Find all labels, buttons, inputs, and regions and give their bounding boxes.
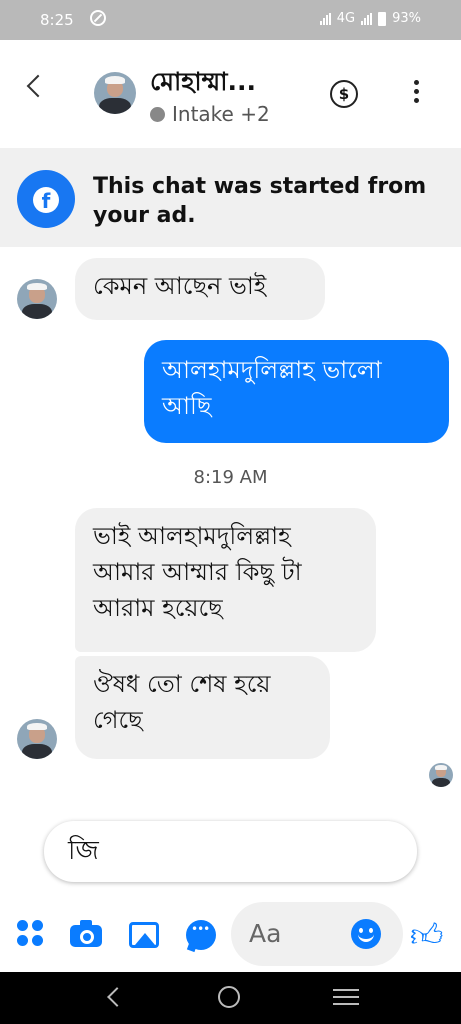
message-timestamp: 8:19 AM — [193, 467, 268, 488]
system-nav-bar — [0, 972, 461, 1024]
status-indicators: 4G 93% — [319, 11, 421, 26]
status-bar: 8:25 4G 93% — [0, 0, 461, 40]
quick-reply-suggestion[interactable]: জি — [44, 821, 417, 882]
message-toolbar: Aa 👍︎ — [0, 898, 461, 972]
status-dot-icon — [150, 106, 165, 122]
nav-home-icon[interactable] — [218, 986, 240, 1008]
apps-grid-icon[interactable] — [17, 920, 43, 946]
seen-avatar-icon — [429, 763, 453, 787]
dollar-icon[interactable]: $ — [330, 80, 358, 108]
emoji-icon[interactable] — [351, 919, 381, 949]
nav-recent-icon[interactable] — [333, 989, 359, 1010]
sender-avatar[interactable] — [17, 719, 57, 759]
contact-avatar[interactable] — [94, 72, 136, 114]
status-time: 8:25 — [40, 11, 74, 29]
back-icon[interactable] — [26, 74, 50, 98]
contact-name[interactable]: মোহাম্মা... — [150, 62, 256, 105]
battery-icon — [378, 11, 387, 26]
camera-icon[interactable] — [70, 920, 102, 947]
sender-avatar[interactable] — [17, 279, 57, 319]
nav-back-icon[interactable] — [107, 987, 127, 1007]
more-icon[interactable] — [414, 80, 419, 107]
signal-icon-2 — [361, 12, 373, 25]
dnd-icon — [90, 10, 106, 26]
subtitle-text: Intake +2 — [172, 102, 270, 126]
message-input[interactable]: Aa — [231, 902, 403, 966]
message-input-placeholder: Aa — [249, 919, 282, 948]
message-incoming[interactable]: ঔষধ তো শেষ হয়ে গেছে — [75, 656, 330, 759]
thumbs-up-icon[interactable]: 👍︎ — [410, 918, 444, 952]
message-incoming[interactable]: ভাই আলহামদুলিল্লাহ আমার আম্মার কিছু টা আ… — [75, 508, 376, 652]
battery-level: 93% — [392, 11, 421, 26]
facebook-icon: f — [17, 170, 75, 228]
gallery-icon[interactable] — [129, 922, 159, 948]
signal-icon — [319, 12, 331, 25]
chat-bubble-icon[interactable] — [186, 920, 216, 950]
message-outgoing[interactable]: আলহামদুলিল্লাহ ভালো আছি — [144, 340, 449, 443]
message-incoming[interactable]: কেমন আছেন ভাই — [75, 258, 325, 320]
network-type: 4G — [336, 11, 356, 26]
ad-banner: f This chat was started from your ad. — [0, 148, 461, 247]
chat-header: মোহাম্মা... Intake +2 $ — [0, 40, 461, 148]
ad-banner-text: This chat was started from your ad. — [93, 174, 427, 228]
contact-subtitle: Intake +2 — [150, 102, 270, 126]
